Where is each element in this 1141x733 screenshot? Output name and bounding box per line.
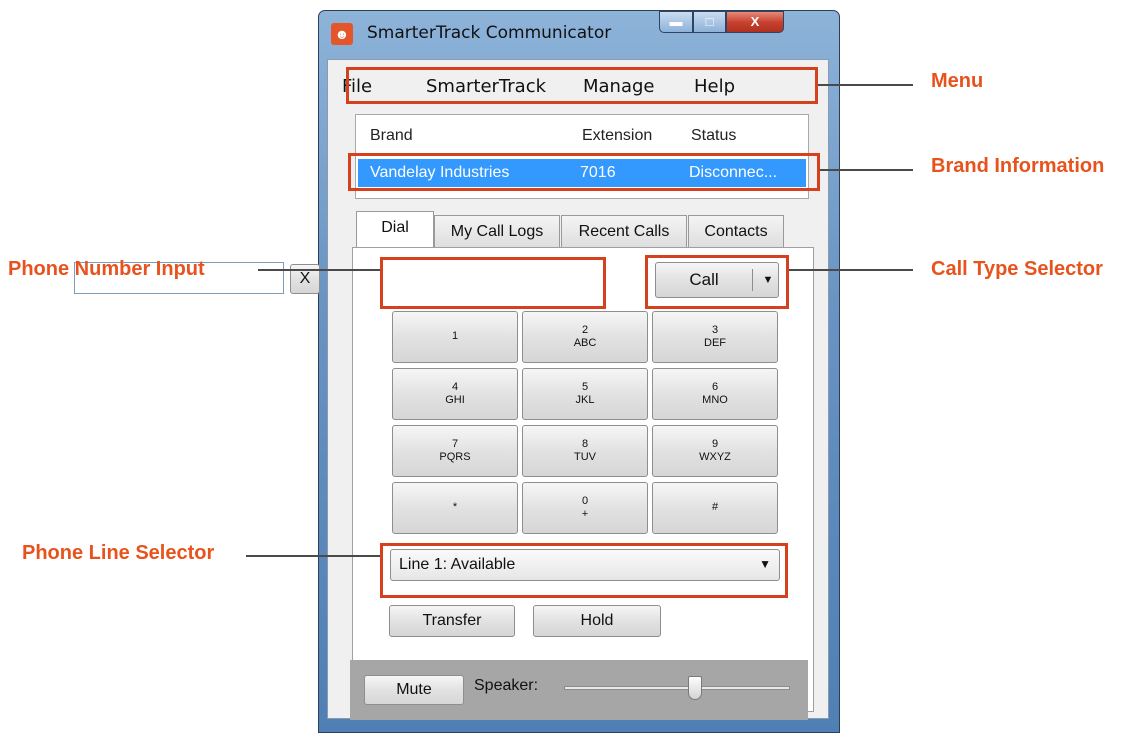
column-header-status[interactable]: Status [691,127,736,145]
chevron-down-icon[interactable]: ▼ [754,263,782,297]
key-digit: 7 [451,438,459,450]
call-divider [752,269,753,291]
menu-manage[interactable]: Manage [583,76,655,97]
window-title: SmarterTrack Communicator [367,23,612,43]
close-icon[interactable]: X [726,11,784,33]
keypad-key-1[interactable]: 1 [392,311,518,363]
call-type-connector [789,269,913,271]
keypad-key-4[interactable]: 4 GHI [392,368,518,420]
keypad-key-5[interactable]: 5 JKL [522,368,648,420]
key-letters: TUV [574,451,596,463]
tab-recent-calls[interactable]: Recent Calls [561,215,687,247]
maximize-icon[interactable]: □ [693,11,726,33]
transfer-button[interactable]: Transfer [389,605,515,637]
keypad-key-3[interactable]: 3 DEF [652,311,778,363]
keypad-key-7[interactable]: 7 PQRS [392,425,518,477]
callout-call-type-selector: Call Type Selector [931,258,1103,280]
person-icon: ☻ [331,23,353,45]
audio-bar: Mute Speaker: [350,660,808,720]
key-digit: # [711,501,719,513]
speaker-slider-track[interactable] [564,686,790,690]
key-digit: 4 [451,381,459,393]
keypad-key-6[interactable]: 6 MNO [652,368,778,420]
minimize-icon[interactable]: ▬ [659,11,693,33]
callout-phone-line-selector: Phone Line Selector [22,542,215,564]
keypad-key-0[interactable]: 0 + [522,482,648,534]
key-letters: + [581,508,589,520]
key-digit: 8 [581,438,589,450]
keypad-key-hash[interactable]: # [652,482,778,534]
keypad-key-8[interactable]: 8 TUV [522,425,648,477]
title-bar[interactable]: ☻ SmarterTrack Communicator ▬ □ X [319,11,839,59]
key-letters: GHI [445,394,465,406]
brand-status: Disconnec... [689,164,778,181]
brand-connector [820,169,913,171]
tab-contacts[interactable]: Contacts [688,215,784,247]
call-button[interactable]: Call ▼ [655,262,779,298]
menu-smartertrack[interactable]: SmarterTrack [426,76,546,97]
key-digit: 0 [581,495,589,507]
key-letters: MNO [702,394,728,406]
key-letters: ABC [573,337,597,349]
column-header-brand[interactable]: Brand [370,127,413,145]
key-digit: 6 [711,381,719,393]
key-letters: DEF [704,337,726,349]
callout-phone-number-input: Phone Number Input [8,258,205,280]
brand-row[interactable]: Vandelay Industries 7016 Disconnec... [358,159,806,187]
line-selector-connector [246,555,380,557]
keypad-key-2[interactable]: 2 ABC [522,311,648,363]
key-digit: 1 [451,330,459,342]
callout-menu: Menu [931,70,984,92]
menu-help[interactable]: Help [694,76,735,97]
speaker-label: Speaker: [474,677,539,694]
key-letters: PQRS [439,451,471,463]
brand-extension: 7016 [580,164,616,181]
key-digit: 3 [711,324,719,336]
brand-name: Vandelay Industries [370,164,510,181]
keypad-key-9[interactable]: 9 WXYZ [652,425,778,477]
phone-input-connector [258,269,380,271]
menu-file[interactable]: File [342,76,372,97]
brand-list[interactable]: Brand Extension Status Vandelay Industri… [355,114,809,199]
call-label[interactable]: Call [656,263,752,297]
column-header-extension[interactable]: Extension [582,127,652,145]
callout-brand-information: Brand Information [931,155,1105,177]
speaker-slider-thumb[interactable] [688,676,703,700]
phone-line-select[interactable]: Line 1: Available ▼ [390,549,780,581]
tab-dial[interactable]: Dial [356,211,434,247]
menu-bar: File SmarterTrack Manage Help [328,60,828,106]
key-digit: * [452,501,458,513]
key-digit: 2 [581,324,589,336]
key-letters: JKL [575,394,595,406]
menu-connector [818,84,913,86]
key-digit: 5 [581,381,589,393]
phone-line-value: Line 1: Available [399,556,516,573]
keypad-key-star[interactable]: * [392,482,518,534]
hold-button[interactable]: Hold [533,605,661,637]
key-letters: WXYZ [699,451,731,463]
key-digit: 9 [711,438,719,450]
dropdown-arrow-icon: ▼ [759,557,771,571]
mute-button[interactable]: Mute [364,675,464,705]
tab-my-call-logs[interactable]: My Call Logs [434,215,560,247]
